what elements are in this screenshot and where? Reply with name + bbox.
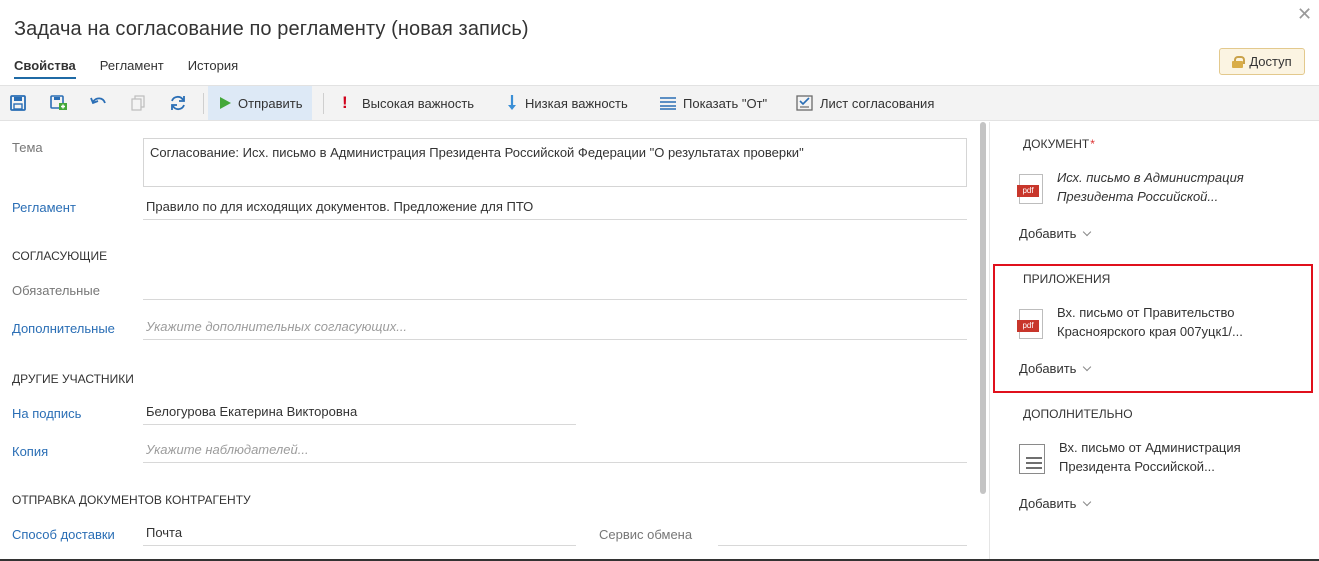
delivery-section-heading: ОТПРАВКА ДОКУМЕНТОВ КОНТРАГЕНТУ [12,493,251,507]
panel-divider [989,122,990,561]
send-button[interactable]: Отправить [208,86,313,120]
list-icon [660,97,676,110]
document-file[interactable]: pdf Исх. письмо в Администрация Президен… [1017,168,1287,206]
save-close-icon [50,95,67,110]
refresh-icon [171,95,185,111]
toolbar: Отправить ! Высокая важность Низкая важн… [0,85,1319,121]
refresh-button[interactable] [169,86,187,120]
attachment-file-line1: Вх. письмо от Правительство [1057,305,1235,320]
arrow-down-icon [508,95,516,110]
attachment-file-name: Вх. письмо от Правительство Красноярског… [1057,303,1287,341]
lock-icon [1232,55,1246,68]
send-label: Отправить [238,95,303,111]
exclamation-icon: ! [342,93,348,112]
pdf-badge: pdf [1017,185,1039,197]
play-icon [220,97,231,109]
show-from-button[interactable]: Показать "От" [659,86,767,120]
save-button[interactable] [10,86,26,120]
scrollbar[interactable] [980,122,986,494]
signer-field[interactable]: Белогурова Екатерина Викторовна [143,403,576,425]
document-heading-text: ДОКУМЕНТ [1023,137,1090,151]
signer-label[interactable]: На подпись [12,406,81,421]
access-button-label: Доступ [1249,54,1292,69]
save-icon [10,95,26,111]
document-heading: ДОКУМЕНТ* [1023,137,1095,151]
copy-icon [131,95,145,111]
save-and-close-button[interactable] [50,86,68,120]
other-participants-heading: ДРУГИЕ УЧАСТНИКИ [12,372,134,386]
additional-file-name: Вх. письмо от Администрация Президента Р… [1059,438,1289,476]
additional-heading: ДОПОЛНИТЕЛЬНО [1023,407,1133,421]
tab-history[interactable]: История [188,58,238,79]
low-importance-label: Низкая важность [525,95,628,111]
additional-file[interactable]: Вх. письмо от Администрация Президента Р… [1019,438,1289,476]
copy-label[interactable]: Копия [12,444,48,459]
delivery-method-label[interactable]: Способ доставки [12,527,115,542]
tab-regulation[interactable]: Регламент [100,58,164,79]
attachments-add-button[interactable]: Добавить [1019,361,1092,376]
mandatory-approvers-label: Обязательные [12,283,100,298]
undo-icon [90,97,106,105]
attachment-file[interactable]: pdf Вх. письмо от Правительство Краснояр… [1017,303,1287,341]
high-importance-button[interactable]: ! Высокая важность [342,86,474,120]
additional-approvers-label[interactable]: Дополнительные [12,321,115,336]
document-add-button[interactable]: Добавить [1019,226,1092,241]
toolbar-separator [203,93,204,114]
exchange-service-field[interactable] [718,524,967,546]
regulation-field[interactable]: Правило по для исходящих документов. Пре… [143,198,967,220]
approval-sheet-button[interactable]: Лист согласования [796,86,934,120]
pdf-icon: pdf [1017,309,1043,339]
additional-approvers-input[interactable]: Укажите дополнительных согласующих... [143,318,967,340]
copy-button[interactable] [131,86,145,120]
additional-add-button[interactable]: Добавить [1019,496,1092,511]
high-importance-label: Высокая важность [362,95,475,111]
approvers-section-heading: СОГЛАСУЮЩИЕ [12,249,108,263]
tab-bar: Свойства Регламент История [14,58,262,79]
topic-input[interactable]: Согласование: Исх. письмо в Администраци… [143,138,967,187]
document-file-line2: Президента Российской... [1057,189,1219,204]
approval-sheet-label: Лист согласования [820,95,935,111]
chevron-down-icon [1083,362,1092,371]
required-mark: * [1090,137,1095,151]
attachments-add-label: Добавить [1019,361,1077,376]
additional-file-line2: Президента Российской... [1059,459,1215,474]
document-file-name: Исх. письмо в Администрация Президента Р… [1057,168,1287,206]
copy-input[interactable]: Укажите наблюдателей... [143,441,967,463]
undo-button[interactable] [90,86,108,120]
close-icon[interactable]: ✕ [1297,5,1313,23]
chevron-down-icon [1083,497,1092,506]
mandatory-approvers-field[interactable] [143,278,967,300]
low-importance-button[interactable]: Низкая важность [505,86,628,120]
additional-add-label: Добавить [1019,496,1077,511]
additional-file-line1: Вх. письмо от Администрация [1059,440,1241,455]
pdf-badge: pdf [1017,320,1039,332]
exchange-service-label: Сервис обмена [599,527,693,542]
pdf-icon: pdf [1017,174,1043,204]
delivery-method-field[interactable]: Почта [143,524,576,546]
attachments-heading: ПРИЛОЖЕНИЯ [1023,272,1111,286]
document-file-line1: Исх. письмо в Администрация [1057,170,1244,185]
regulation-label[interactable]: Регламент [12,200,76,215]
window-title: Задача на согласование по регламенту (но… [14,18,529,40]
chevron-down-icon [1083,227,1092,236]
access-button[interactable]: Доступ [1219,48,1305,75]
show-from-label: Показать "От" [683,95,768,111]
attachment-file-line2: Красноярского края 007уцк1/... [1057,324,1243,339]
document-add-label: Добавить [1019,226,1077,241]
tab-properties[interactable]: Свойства [14,58,76,79]
approval-sheet-icon [796,95,813,111]
toolbar-separator [323,93,324,114]
topic-label: Тема [12,140,43,155]
document-icon [1019,444,1045,474]
